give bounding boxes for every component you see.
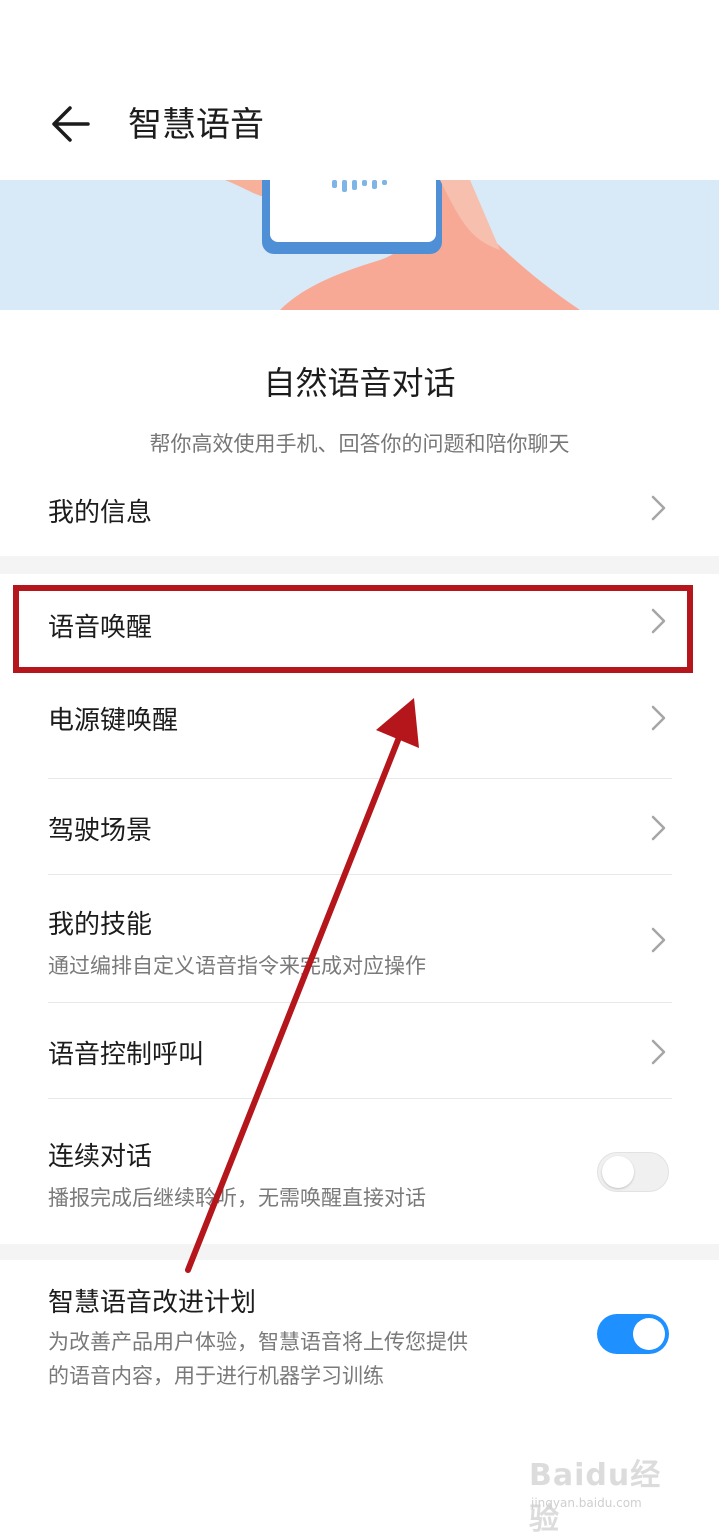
banner-illustration [0,180,719,310]
section-gap [0,556,719,574]
voice-wakeup-item[interactable]: 语音唤醒 [0,585,719,673]
driving-scene-item[interactable]: 驾驶场景 [0,780,719,874]
app-header: 智慧语音 [0,0,719,180]
watermark-text: Baidu经验 [529,1458,662,1537]
divider [48,1098,672,1099]
power-key-wakeup-label: 电源键唤醒 [48,706,179,736]
chevron-right-icon [651,495,666,521]
intro-subtitle: 帮你高效使用手机、回答你的问题和陪你聊天 [149,432,570,456]
voice-call-label: 语音控制呼叫 [48,1040,205,1070]
page-title: 智慧语音 [128,105,264,145]
power-key-wakeup-item[interactable]: 电源键唤醒 [0,676,719,766]
divider [48,874,672,875]
improvement-plan-description-line1: 为改善产品用户体验，智慧语音将上传您提供 [48,1330,468,1354]
chevron-right-icon [651,927,666,953]
my-skills-description: 通过编排自定义语音指令来完成对应操作 [48,954,426,978]
voice-wakeup-label: 语音唤醒 [48,613,153,643]
back-arrow-icon [52,106,90,142]
my-skills-item[interactable]: 我的技能 通过编排自定义语音指令来完成对应操作 [0,876,719,1002]
voice-call-item[interactable]: 语音控制呼叫 [0,1004,719,1098]
chevron-right-icon [651,705,666,731]
watermark-url: jingyan.baidu.com [531,1496,642,1510]
divider [48,1002,672,1003]
baidu-watermark: Baidu经验 jingyan.baidu.com [529,1448,679,1537]
chevron-right-icon [651,1039,666,1065]
my-info-label: 我的信息 [48,498,153,528]
section-gap [0,1244,719,1260]
improvement-plan-toggle[interactable] [597,1314,669,1354]
driving-scene-label: 驾驶场景 [48,816,153,846]
continuous-dialog-item: 连续对话 播报完成后继续聆听，无需唤醒直接对话 [0,1100,719,1242]
divider [48,778,672,779]
continuous-dialog-toggle[interactable] [597,1152,669,1192]
improvement-plan-item: 智慧语音改进计划 为改善产品用户体验，智慧语音将上传您提供 的语音内容，用于进行… [0,1262,719,1412]
improvement-plan-label: 智慧语音改进计划 [48,1288,257,1318]
back-button[interactable] [40,92,104,156]
toggle-knob [633,1318,665,1350]
continuous-dialog-label: 连续对话 [48,1142,153,1172]
continuous-dialog-description: 播报完成后继续聆听，无需唤醒直接对话 [48,1186,426,1210]
improvement-plan-description-line2: 的语音内容，用于进行机器学习训练 [48,1364,384,1388]
my-skills-label: 我的技能 [48,910,153,940]
my-info-item[interactable]: 我的信息 [0,470,719,550]
toggle-knob [602,1156,634,1188]
chevron-right-icon [651,608,666,634]
intro-title: 自然语音对话 [263,364,456,402]
chevron-right-icon [651,815,666,841]
